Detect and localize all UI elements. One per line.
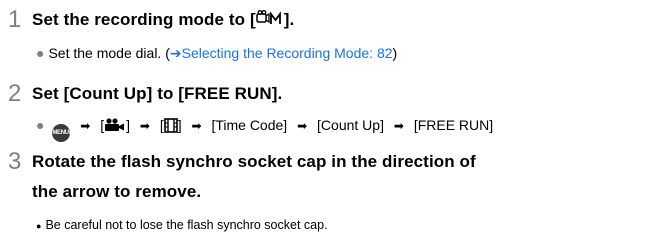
step-instruction: ● Set the mode dial. (➔Selecting the Reco… [36,45,398,61]
bullet-icon: ● [36,221,42,231]
bullet-icon: ● [36,117,45,133]
step-title: Set [Count Up] to [FREE RUN]. [32,84,283,103]
step-title: Set the recording mode to []. [32,10,295,30]
step-number: 3 [8,148,22,175]
menu-set-button-icon: MENU/SET [52,124,81,142]
arrow-icon: ➡ [80,119,91,133]
film-menu-icon: [] [159,117,182,133]
arrow-link-icon: ➔ [169,45,182,61]
step-title: Rotate the flash synchro socket cap in t… [32,152,476,201]
menu-path-item: [FREE RUN] [413,117,494,133]
recording-mode-link[interactable]: Selecting the Recording Mode: 82 [182,45,393,61]
arrow-icon: ➡ [191,119,202,133]
menu-path-item: [Time Code] [211,117,288,133]
movie-mode-icon [255,10,284,30]
step-note: ● Be careful not to lose the flash synchr… [36,218,328,232]
step-number: 2 [8,80,22,107]
arrow-icon: ➡ [139,119,150,133]
menu-path: ● MENU/SET ➡ [] ➡ [] ➡ [Time Code] ➡ [Co… [36,116,493,142]
arrow-icon: ➡ [393,119,404,133]
creative-video-menu-icon: [] [100,117,130,133]
bullet-icon: ● [36,45,45,61]
menu-path-item: [Count Up] [317,117,384,133]
arrow-icon: ➡ [297,119,308,133]
step-number: 1 [8,6,22,33]
